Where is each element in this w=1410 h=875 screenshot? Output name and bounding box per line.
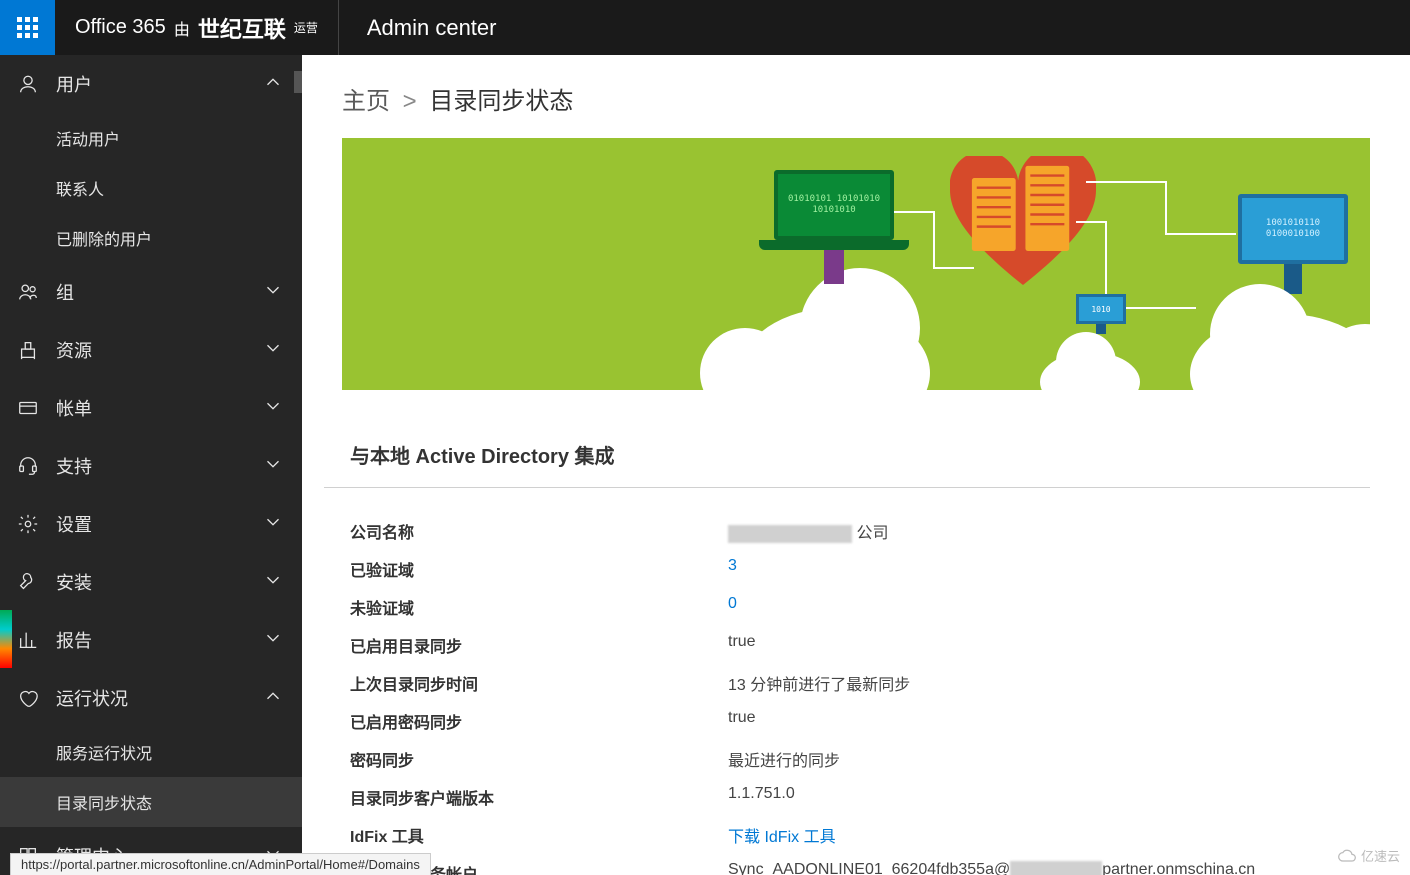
- sidebar-item-label: 报告: [56, 627, 92, 653]
- row-idfix: IdFix 工具 下载 IdFix 工具: [350, 816, 1370, 854]
- small-monitor-graphic: 1010: [1076, 294, 1126, 336]
- breadcrumb: 主页 > 目录同步状态: [302, 55, 1410, 138]
- value-sync-enabled: true: [728, 633, 756, 657]
- sidebar-item-support[interactable]: 支持: [0, 437, 302, 495]
- value-company: 公司: [728, 519, 888, 543]
- feedback-tab[interactable]: [0, 610, 12, 668]
- value-verified[interactable]: 3: [728, 557, 737, 581]
- value-idfix[interactable]: 下载 IdFix 工具: [728, 823, 836, 847]
- value-client-ver: 1.1.751.0: [728, 785, 795, 809]
- sidebar-item-setup[interactable]: 安装: [0, 553, 302, 611]
- sidebar-subitem-contacts[interactable]: 联系人: [0, 163, 302, 213]
- resources-icon: [14, 339, 42, 361]
- chevron-down-icon: [262, 627, 284, 654]
- watermark: 亿速云: [1337, 846, 1400, 865]
- row-unverified: 未验证域 0: [350, 588, 1370, 626]
- support-icon: [14, 455, 42, 477]
- value-unverified[interactable]: 0: [728, 595, 737, 619]
- sidebar-item-groups[interactable]: 组: [0, 263, 302, 321]
- value-last-sync: 13 分钟前进行了最新同步: [728, 671, 910, 695]
- wrench-icon: [14, 571, 42, 593]
- info-table: 公司名称 公司 已验证域 3 未验证域 0 已启用目录同步 true 上次目录同…: [350, 512, 1370, 875]
- sidebar-item-resources[interactable]: 资源: [0, 321, 302, 379]
- sidebar-item-label: 资源: [56, 337, 92, 363]
- sidebar-item-billing[interactable]: 帐单: [0, 379, 302, 437]
- chevron-up-icon: [262, 71, 284, 98]
- value-svc-acct: Sync_AADONLINE01_66204fdb355a@partner.on…: [728, 861, 1255, 875]
- label-idfix: IdFix 工具: [350, 823, 728, 847]
- sidebar: 用户 活动用户 联系人 已删除的用户 组 资源 帐单: [0, 55, 302, 875]
- row-company: 公司名称 公司: [350, 512, 1370, 550]
- row-verified: 已验证域 3: [350, 550, 1370, 588]
- gear-icon: [14, 513, 42, 535]
- sidebar-subitem-service-health[interactable]: 服务运行状况: [0, 727, 302, 777]
- row-sync-enabled: 已启用目录同步 true: [350, 626, 1370, 664]
- label-company: 公司名称: [350, 519, 728, 543]
- chevron-down-icon: [262, 569, 284, 596]
- breadcrumb-current: 目录同步状态: [429, 88, 573, 115]
- row-client-ver: 目录同步客户端版本 1.1.751.0: [350, 778, 1370, 816]
- laptop-graphic: 01010101 10101010 10101010: [774, 170, 894, 252]
- top-bar: Office 365 由 世纪互联 运营 Admin center: [0, 0, 1410, 55]
- billing-icon: [14, 397, 42, 419]
- label-pwd-sync-enabled: 已启用密码同步: [350, 709, 728, 733]
- user-icon: [14, 73, 42, 95]
- brand-cn: 世纪互联: [198, 12, 286, 44]
- sidebar-item-label: 支持: [56, 453, 92, 479]
- chevron-down-icon: [262, 511, 284, 538]
- chevron-down-icon: [262, 453, 284, 480]
- sidebar-item-users[interactable]: 用户: [0, 55, 302, 113]
- sidebar-subitem-active-users[interactable]: 活动用户: [0, 113, 302, 163]
- chevron-up-icon: [262, 685, 284, 712]
- breadcrumb-home[interactable]: 主页: [342, 88, 390, 115]
- sidebar-item-label: 用户: [56, 71, 92, 97]
- label-pwd-sync: 密码同步: [350, 747, 728, 771]
- sidebar-item-label: 安装: [56, 569, 92, 595]
- sidebar-item-label: 帐单: [56, 395, 92, 421]
- row-pwd-sync-enabled: 已启用密码同步 true: [350, 702, 1370, 740]
- value-pwd-sync: 最近进行的同步: [728, 747, 840, 771]
- breadcrumb-separator: >: [403, 88, 417, 115]
- main-content: 主页 > 目录同步状态 01010101 10101010 10101010: [302, 55, 1410, 875]
- divider: [324, 487, 1370, 488]
- status-bar-url: https://portal.partner.microsoftonline.c…: [10, 853, 431, 875]
- reports-icon: [14, 629, 42, 651]
- groups-icon: [14, 281, 42, 303]
- sidebar-subitem-dirsync-status[interactable]: 目录同步状态: [0, 777, 302, 827]
- value-pwd-sync-enabled: true: [728, 709, 756, 733]
- row-last-sync: 上次目录同步时间 13 分钟前进行了最新同步: [350, 664, 1370, 702]
- sidebar-subitem-deleted-users[interactable]: 已删除的用户: [0, 213, 302, 263]
- section-title: 与本地 Active Directory 集成: [350, 440, 1370, 469]
- monitor-graphic: 1001010110 0100010100: [1238, 194, 1348, 284]
- label-client-ver: 目录同步客户端版本: [350, 785, 728, 809]
- row-pwd-sync: 密码同步 最近进行的同步: [350, 740, 1370, 778]
- chevron-down-icon: [262, 279, 284, 306]
- label-unverified: 未验证域: [350, 595, 728, 619]
- brand-run: 运营: [294, 19, 318, 36]
- sidebar-item-reports[interactable]: 报告: [0, 611, 302, 669]
- health-icon: [14, 687, 42, 709]
- sidebar-item-health[interactable]: 运行状况: [0, 669, 302, 727]
- brand-by: 由: [174, 16, 190, 40]
- sidebar-item-label: 组: [56, 279, 74, 305]
- sidebar-item-settings[interactable]: 设置: [0, 495, 302, 553]
- app-launcher-button[interactable]: [0, 0, 55, 55]
- app-title: Admin center: [339, 15, 525, 41]
- sidebar-item-label: 运行状况: [56, 685, 128, 711]
- brand-o365: Office 365: [75, 16, 166, 39]
- brand: Office 365 由 世纪互联 运营: [55, 0, 339, 55]
- cloud-icon: [1337, 848, 1357, 864]
- label-verified: 已验证域: [350, 557, 728, 581]
- chevron-down-icon: [262, 395, 284, 422]
- heart-servers-graphic: [950, 156, 1096, 290]
- label-sync-enabled: 已启用目录同步: [350, 633, 728, 657]
- row-svc-acct: 目录同步服务帐户 Sync_AADONLINE01_66204fdb355a@p…: [350, 854, 1370, 875]
- hero-illustration: 01010101 10101010 10101010 1010 1001: [342, 138, 1370, 390]
- label-last-sync: 上次目录同步时间: [350, 671, 728, 695]
- waffle-icon: [17, 17, 38, 38]
- sidebar-item-label: 设置: [56, 511, 92, 537]
- chevron-down-icon: [262, 337, 284, 364]
